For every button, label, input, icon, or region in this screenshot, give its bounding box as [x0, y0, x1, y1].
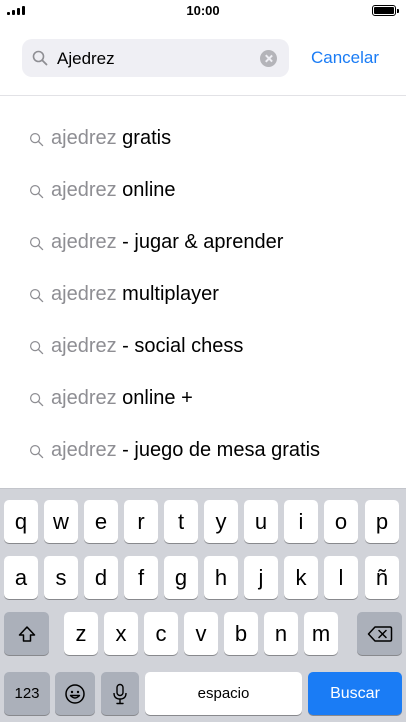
key-e[interactable]: e: [84, 500, 118, 543]
key-p[interactable]: p: [365, 500, 399, 543]
suggestion-item[interactable]: ajedrez - social chess: [0, 322, 406, 374]
status-bar: 10:00: [0, 0, 406, 22]
search-field[interactable]: Ajedrez: [22, 39, 289, 77]
key-u[interactable]: u: [244, 500, 278, 543]
clear-icon[interactable]: [260, 50, 277, 67]
suggestion-suffix: online: [116, 179, 176, 201]
key-n-tilde[interactable]: ñ: [365, 556, 399, 599]
key-j[interactable]: j: [244, 556, 278, 599]
search-icon: [29, 236, 44, 251]
search-icon: [29, 340, 44, 355]
suggestion-prefix: ajedrez: [51, 127, 117, 149]
divider: [0, 95, 406, 96]
suggestion-prefix: ajedrez: [51, 439, 117, 461]
key-r[interactable]: r: [124, 500, 158, 543]
suggestion-item[interactable]: ajedrez online +: [0, 374, 406, 426]
key-x[interactable]: x: [104, 612, 138, 655]
emoji-icon: [65, 683, 85, 704]
key-q[interactable]: q: [4, 500, 38, 543]
key-m[interactable]: m: [304, 612, 338, 655]
key-w[interactable]: w: [44, 500, 78, 543]
suggestion-prefix: ajedrez: [51, 231, 117, 253]
status-time: 10:00: [186, 3, 220, 18]
suggestion-text: ajedrez gratis: [51, 127, 171, 150]
emoji-button[interactable]: [55, 672, 95, 715]
key-h[interactable]: h: [204, 556, 238, 599]
search-icon: [32, 50, 48, 66]
suggestion-text: ajedrez online +: [51, 387, 193, 410]
suggestion-suffix: - juego de mesa gratis: [116, 439, 321, 461]
suggestion-item[interactable]: ajedrez multiplayer: [0, 270, 406, 322]
key-v[interactable]: v: [184, 612, 218, 655]
delete-icon: [367, 625, 392, 642]
suggestion-suffix: multiplayer: [116, 283, 219, 305]
search-input[interactable]: Ajedrez: [57, 49, 115, 69]
suggestion-suffix: online +: [116, 387, 193, 409]
suggestion-list: ajedrez gratis ajedrez online ajedrez - …: [0, 114, 406, 478]
shift-icon: [18, 625, 35, 642]
battery-icon: [372, 5, 399, 16]
key-c[interactable]: c: [144, 612, 178, 655]
key-z[interactable]: z: [64, 612, 98, 655]
suggestion-item[interactable]: ajedrez - jugar & aprender: [0, 218, 406, 270]
dictation-button[interactable]: [101, 672, 139, 715]
key-a[interactable]: a: [4, 556, 38, 599]
key-f[interactable]: f: [124, 556, 158, 599]
keyboard: q w e r t y u i o p a s d f g h j k l ñ …: [0, 488, 406, 722]
suggestion-text: ajedrez online: [51, 179, 176, 202]
suggestion-item[interactable]: ajedrez online: [0, 166, 406, 218]
key-s[interactable]: s: [44, 556, 78, 599]
suggestion-suffix: - jugar & aprender: [116, 231, 284, 253]
numbers-button[interactable]: 123: [4, 672, 50, 715]
key-d[interactable]: d: [84, 556, 118, 599]
microphone-icon: [113, 683, 127, 704]
suggestion-item[interactable]: ajedrez - juego de mesa gratis: [0, 426, 406, 478]
search-icon: [29, 184, 44, 199]
key-i[interactable]: i: [284, 500, 318, 543]
search-key[interactable]: Buscar: [308, 672, 402, 715]
suggestion-prefix: ajedrez: [51, 179, 117, 201]
search-icon: [29, 392, 44, 407]
key-y[interactable]: y: [204, 500, 238, 543]
suggestion-suffix: - social chess: [116, 335, 244, 357]
suggestion-text: ajedrez - social chess: [51, 335, 243, 358]
suggestion-item[interactable]: ajedrez gratis: [0, 114, 406, 166]
suggestion-prefix: ajedrez: [51, 387, 117, 409]
cancel-button[interactable]: Cancelar: [311, 48, 379, 68]
key-n[interactable]: n: [264, 612, 298, 655]
search-icon: [29, 288, 44, 303]
suggestion-prefix: ajedrez: [51, 283, 117, 305]
suggestion-text: ajedrez multiplayer: [51, 283, 219, 306]
search-icon: [29, 132, 44, 147]
key-k[interactable]: k: [284, 556, 318, 599]
shift-button[interactable]: [4, 612, 49, 655]
suggestion-text: ajedrez - jugar & aprender: [51, 231, 283, 254]
space-key[interactable]: espacio: [145, 672, 302, 715]
key-g[interactable]: g: [164, 556, 198, 599]
suggestion-suffix: gratis: [116, 127, 172, 149]
search-icon: [29, 444, 44, 459]
key-b[interactable]: b: [224, 612, 258, 655]
suggestion-text: ajedrez - juego de mesa gratis: [51, 439, 320, 462]
suggestion-prefix: ajedrez: [51, 335, 117, 357]
key-t[interactable]: t: [164, 500, 198, 543]
delete-button[interactable]: [357, 612, 402, 655]
key-o[interactable]: o: [324, 500, 358, 543]
key-l[interactable]: l: [324, 556, 358, 599]
